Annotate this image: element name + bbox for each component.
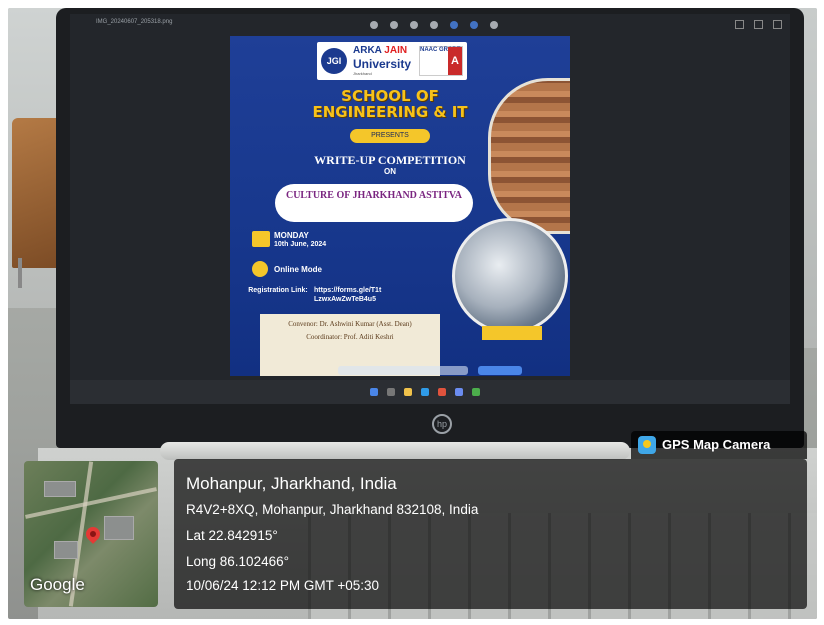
file-name: IMG_20240607_205318.png [96, 19, 173, 25]
close-button[interactable] [773, 20, 782, 29]
store-icon[interactable] [455, 388, 463, 396]
university-name-line1: ARKA JAIN [353, 45, 408, 56]
window-controls [735, 20, 782, 29]
mini-map: Google [24, 461, 158, 607]
toast-action-button[interactable] [478, 366, 522, 375]
coordinator-text: Coordinator: Prof. Aditi Keshri [306, 333, 394, 341]
naac-badge: NAAC GRADE A [419, 46, 463, 76]
windows-taskbar [70, 380, 790, 404]
google-map-label: Google [30, 575, 85, 594]
rotate-icon[interactable] [390, 21, 398, 29]
gps-app-name: GPS Map Camera [662, 437, 771, 452]
app-icon[interactable] [472, 388, 480, 396]
university-name-line3: Jharkhand [353, 71, 372, 76]
university-logo-box: JGI ARKA JAIN University Jharkhand NAAC … [317, 42, 467, 80]
location-info-panel: Mohanpur, Jharkhand, India R4V2+8XQ, Moh… [174, 459, 807, 609]
crop-icon[interactable] [370, 21, 378, 29]
event-date: 10th June, 2024 [274, 241, 327, 248]
university-name-line2: University [353, 57, 412, 71]
competition-title: WRITE-UP COMPETITION [314, 153, 466, 167]
info-icon[interactable] [430, 21, 438, 29]
on-label: ON [384, 167, 396, 176]
delete-icon[interactable] [410, 21, 418, 29]
school-title: SCHOOL OF ENGINEERING & IT [312, 87, 468, 121]
address: R4V2+8XQ, Mohanpur, Jharkhand 832108, In… [186, 502, 479, 517]
edit-icon[interactable] [450, 21, 458, 29]
place-name: Mohanpur, Jharkhand, India [186, 474, 397, 493]
more-icon[interactable] [490, 21, 498, 29]
topic-banner: CULTURE OF JHARKHAND ASTITVA [275, 184, 473, 222]
share-icon[interactable] [470, 21, 478, 29]
location-icon [252, 261, 268, 277]
registration-link: https://forms.gle/T1t LzwxAwZwTeB4u5 [314, 287, 382, 303]
latitude: Lat 22.842915° [186, 528, 278, 543]
registration-label: Registration Link: [248, 287, 308, 294]
taskbar-icons [370, 388, 480, 396]
gps-camera-badge: GPS Map Camera [631, 431, 807, 459]
event-day: MONDAY [274, 231, 309, 240]
jgi-logo: JGI [321, 48, 347, 74]
search-icon[interactable] [387, 388, 395, 396]
longitude: Long 86.102466° [186, 554, 289, 569]
laptop-hinge [160, 442, 630, 460]
hp-logo-icon: hp [432, 414, 452, 434]
competition-poster: JGI ARKA JAIN University Jharkhand NAAC … [230, 36, 570, 376]
chrome-icon[interactable] [438, 388, 446, 396]
minimize-button[interactable] [735, 20, 744, 29]
dam-image [452, 218, 568, 334]
timestamp: 10/06/24 12:12 PM GMT +05:30 [186, 578, 380, 593]
calendar-icon [252, 231, 270, 247]
start-icon[interactable] [370, 388, 378, 396]
edge-icon[interactable] [421, 388, 429, 396]
viewer-tools [370, 21, 498, 29]
presents-pill: PRESENTS [350, 129, 430, 143]
decorative-strip [482, 326, 542, 340]
maximize-button[interactable] [754, 20, 763, 29]
notification-toast [338, 366, 468, 375]
event-mode: Online Mode [274, 265, 322, 274]
folder-icon[interactable] [404, 388, 412, 396]
convenor-text: Convenor: Dr. Ashwini Kumar (Asst. Dean) [288, 320, 412, 328]
gps-camera-icon [638, 436, 656, 454]
map-pin-icon [83, 524, 103, 544]
statues-image [488, 78, 570, 234]
